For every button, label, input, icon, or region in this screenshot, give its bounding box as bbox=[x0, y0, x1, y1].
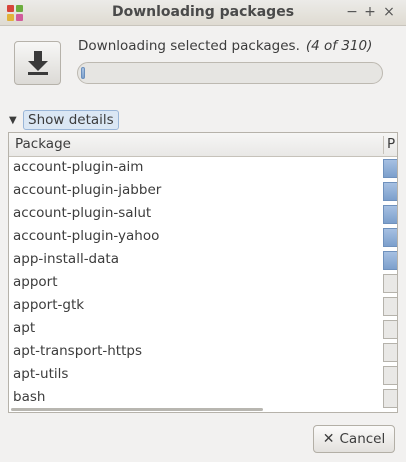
package-progress-cell bbox=[383, 251, 397, 270]
package-progress-cell bbox=[383, 343, 397, 362]
close-button[interactable]: × bbox=[381, 3, 397, 21]
package-name: bash bbox=[13, 389, 46, 405]
package-name: apt-utils bbox=[13, 366, 69, 382]
package-name: account-plugin-aim bbox=[13, 159, 144, 175]
package-name: account-plugin-jabber bbox=[13, 182, 162, 198]
package-name: account-plugin-salut bbox=[13, 205, 152, 221]
column-header-progress[interactable]: P bbox=[387, 136, 395, 152]
list-item[interactable]: account-plugin-yahoo bbox=[9, 226, 397, 249]
list-item[interactable]: account-plugin-aim bbox=[9, 157, 397, 180]
package-list[interactable]: Package P account-plugin-aim account-plug… bbox=[8, 132, 398, 413]
status-text: Downloading selected packages. bbox=[78, 38, 300, 54]
column-header-package[interactable]: Package bbox=[15, 136, 71, 152]
list-item[interactable]: account-plugin-salut bbox=[9, 203, 397, 226]
list-item[interactable]: bash bbox=[9, 387, 397, 410]
maximize-button[interactable]: + bbox=[362, 3, 378, 21]
package-name: apport bbox=[13, 274, 58, 290]
package-progress-cell bbox=[383, 205, 397, 224]
details-expander[interactable]: ▼ Show details bbox=[9, 109, 119, 131]
download-progress-bar bbox=[77, 62, 383, 84]
list-item[interactable]: apt-utils bbox=[9, 364, 397, 387]
cancel-button[interactable]: ✕ Cancel bbox=[313, 425, 395, 453]
package-name: apt-transport-https bbox=[13, 343, 143, 359]
minimize-button[interactable]: − bbox=[344, 3, 360, 21]
download-icon-frame bbox=[14, 41, 61, 85]
progress-fill bbox=[81, 67, 85, 79]
package-count: (4 of 310) bbox=[305, 38, 373, 54]
package-progress-cell bbox=[383, 389, 397, 408]
title-bar[interactable]: Downloading packages − + × bbox=[0, 0, 406, 26]
list-header: Package P bbox=[9, 133, 397, 157]
package-progress-cell bbox=[383, 320, 397, 339]
package-progress-cell bbox=[383, 182, 397, 201]
close-x-icon: ✕ bbox=[322, 431, 335, 447]
column-separator bbox=[383, 136, 384, 154]
package-progress-cell bbox=[383, 228, 397, 247]
cancel-label: Cancel bbox=[339, 431, 386, 447]
list-item[interactable]: app-install-data bbox=[9, 249, 397, 272]
show-details-label[interactable]: Show details bbox=[23, 110, 119, 130]
list-item[interactable]: apt-transport-https bbox=[9, 341, 397, 364]
list-item[interactable]: apport bbox=[9, 272, 397, 295]
package-name: account-plugin-yahoo bbox=[13, 228, 160, 244]
list-item[interactable]: apt bbox=[9, 318, 397, 341]
package-name: apport-gtk bbox=[13, 297, 85, 313]
package-progress-cell bbox=[383, 274, 397, 293]
list-item[interactable]: apport-gtk bbox=[9, 295, 397, 318]
download-arrow-icon bbox=[28, 51, 48, 75]
list-item[interactable]: account-plugin-jabber bbox=[9, 180, 397, 203]
status-line: Downloading selected packages. (4 of 310) bbox=[78, 38, 372, 54]
package-name: apt bbox=[13, 320, 36, 336]
horizontal-scrollbar[interactable] bbox=[11, 408, 263, 411]
package-progress-cell bbox=[383, 366, 397, 385]
expander-arrow-icon[interactable]: ▼ bbox=[9, 115, 23, 126]
list-rows: account-plugin-aim account-plugin-jabber a… bbox=[9, 157, 397, 410]
package-progress-cell bbox=[383, 297, 397, 316]
package-name: app-install-data bbox=[13, 251, 119, 267]
package-progress-cell bbox=[383, 159, 397, 178]
